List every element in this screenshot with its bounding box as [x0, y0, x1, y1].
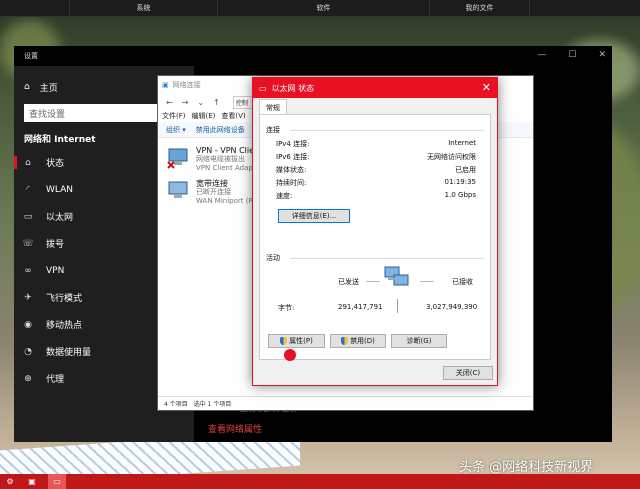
- media-state-value: 已启用: [455, 166, 476, 174]
- airplane-icon: ✈: [24, 292, 32, 303]
- annotation-marker: [284, 349, 296, 361]
- connection-item-vpn[interactable]: VPN - VPN Client 网络电缆被拔出 VPN Client Adap: [166, 146, 262, 173]
- chevron-down-icon[interactable]: ⌄: [197, 98, 204, 107]
- ethernet-icon: ▭: [259, 83, 267, 93]
- bytes-sent: 291,417,791: [338, 303, 383, 311]
- home-icon: ⌂: [24, 82, 30, 92]
- ipv4-label: IPv4 连接:: [276, 140, 310, 148]
- activity-group-label: 活动: [266, 254, 280, 262]
- top-menu-bar: 系统 软件 我的文件: [0, 0, 640, 17]
- connection-group-label: 连接: [266, 126, 280, 134]
- menu-file[interactable]: 文件(F): [162, 111, 186, 121]
- back-icon[interactable]: ←: [166, 98, 173, 107]
- search-placeholder: 查找设置: [29, 109, 66, 120]
- speed-value: 1.0 Gbps: [444, 191, 476, 199]
- top-menu-my-files[interactable]: 我的文件: [430, 0, 530, 16]
- settings-title: 设置: [24, 52, 38, 60]
- sidebar-item-label: 数据使用量: [46, 348, 92, 358]
- dialup-icon: ☏: [22, 238, 34, 249]
- shield-icon: [280, 337, 288, 345]
- network-folder-icon: ▣: [162, 81, 169, 89]
- shield-icon: [341, 337, 349, 345]
- forward-icon[interactable]: →: [182, 98, 189, 107]
- bytes-divider: [397, 299, 398, 313]
- maximize-icon[interactable]: ☐: [568, 50, 576, 60]
- group-divider: [290, 130, 484, 131]
- minimize-icon[interactable]: —: [537, 50, 546, 60]
- hotspot-icon: ◉: [24, 319, 32, 330]
- item-count: 4 个项目: [164, 401, 188, 408]
- window-controls: — ☐ ✕: [537, 50, 606, 60]
- details-button[interactable]: 详细信息(E)...: [278, 209, 350, 223]
- network-connections-taskbar-icon[interactable]: ▭: [48, 474, 66, 489]
- sidebar-item-label: 拨号: [46, 240, 65, 250]
- close-button[interactable]: 关闭(C): [443, 366, 493, 380]
- status-icon: ⌂: [25, 157, 31, 168]
- network-adapter-icon: [166, 179, 190, 203]
- netconn-title: 网络连接: [172, 81, 201, 89]
- selected-count: 选中 1 个项目: [193, 401, 232, 408]
- menu-edit[interactable]: 编辑(E): [192, 111, 216, 121]
- close-icon[interactable]: ✕: [482, 81, 491, 94]
- disable-button-label: 禁用(D): [350, 337, 375, 345]
- tab-general[interactable]: 常规: [259, 99, 287, 115]
- data-usage-icon: ◔: [24, 346, 32, 357]
- vpn-icon: ∞: [24, 265, 32, 276]
- organize-button[interactable]: 组织 ▾: [166, 125, 186, 135]
- settings-gear-icon[interactable]: ⚙: [4, 477, 16, 487]
- ethernet-status-dialog: ▭ 以太网 状态 ✕ 常规 连接 IPv4 连接: Internet IPv6 …: [252, 77, 498, 386]
- ipv6-label: IPv6 连接:: [276, 153, 310, 161]
- top-menu-system[interactable]: 系统: [70, 0, 218, 16]
- proxy-icon: ⊕: [24, 373, 32, 384]
- wifi-icon: ◜: [26, 184, 30, 195]
- properties-button-label: 属性(P): [289, 337, 313, 345]
- network-icon[interactable]: ▣: [26, 477, 38, 487]
- received-label: 已接收: [452, 278, 473, 286]
- connection-item-broadband[interactable]: 宽带连接 已断开连接 WAN Miniport (P: [166, 179, 253, 206]
- network-activity-icon: [384, 265, 410, 289]
- close-icon[interactable]: ✕: [598, 50, 606, 60]
- sidebar-item-label: VPN: [46, 265, 65, 276]
- ipv6-value: 无网络访问权限: [427, 153, 476, 161]
- ethernet-icon: ▭: [23, 211, 33, 222]
- taskbar: ⚙ ▣ ▭: [0, 474, 640, 489]
- disable-button[interactable]: 禁用(D): [330, 334, 386, 348]
- speed-label: 速度:: [276, 192, 293, 200]
- menu-view[interactable]: 查看(V): [221, 111, 245, 121]
- sidebar-item-label: 状态: [46, 159, 65, 169]
- view-network-properties-link[interactable]: 查看网络属性: [208, 422, 262, 435]
- connection-adapter: WAN Miniport (P: [196, 197, 253, 205]
- top-menu-spacer: [0, 0, 70, 16]
- activity-line: [420, 281, 434, 282]
- media-state-label: 媒体状态:: [276, 166, 307, 174]
- diagnose-button[interactable]: 诊断(G): [391, 334, 447, 348]
- network-adapter-icon: [166, 146, 190, 170]
- connection-status: 已断开连接: [196, 188, 231, 196]
- bytes-label: 字节:: [278, 304, 295, 312]
- sidebar-home-label: 主页: [39, 83, 58, 94]
- address-text: 控制: [235, 99, 248, 107]
- sidebar-item-label: 移动热点: [46, 321, 83, 331]
- watermark-text: 头条 @网络科技新视界: [459, 460, 594, 475]
- up-icon[interactable]: ↑: [213, 98, 220, 107]
- bytes-received: 3,027,949,390: [426, 303, 478, 311]
- sidebar-item-label: WLAN: [46, 184, 74, 195]
- netconn-status-bar: 4 个项目 选中 1 个项目: [158, 396, 533, 410]
- ipv4-value: Internet: [448, 139, 476, 147]
- duration-label: 持续时间:: [276, 179, 307, 187]
- dialog-title: 以太网 状态: [271, 83, 315, 93]
- connection-name: 宽带连接: [196, 179, 228, 188]
- disable-device-button[interactable]: 禁用此网络设备: [196, 125, 245, 135]
- duration-value: 01:19:35: [444, 178, 476, 186]
- group-divider: [290, 258, 484, 259]
- dialog-panel: 连接 IPv4 连接: Internet IPv6 连接: 无网络访问权限 媒体…: [259, 114, 491, 360]
- sidebar-item-label: 以太网: [46, 213, 74, 223]
- properties-button[interactable]: 属性(P): [268, 334, 325, 348]
- sidebar-item-label: 代理: [46, 375, 65, 385]
- dialog-titlebar: ▭ 以太网 状态 ✕: [253, 78, 497, 98]
- sent-label: 已发送: [338, 278, 359, 286]
- sidebar-item-label: 飞行模式: [46, 294, 83, 304]
- activity-line: [366, 281, 380, 282]
- top-menu-software[interactable]: 软件: [218, 0, 430, 16]
